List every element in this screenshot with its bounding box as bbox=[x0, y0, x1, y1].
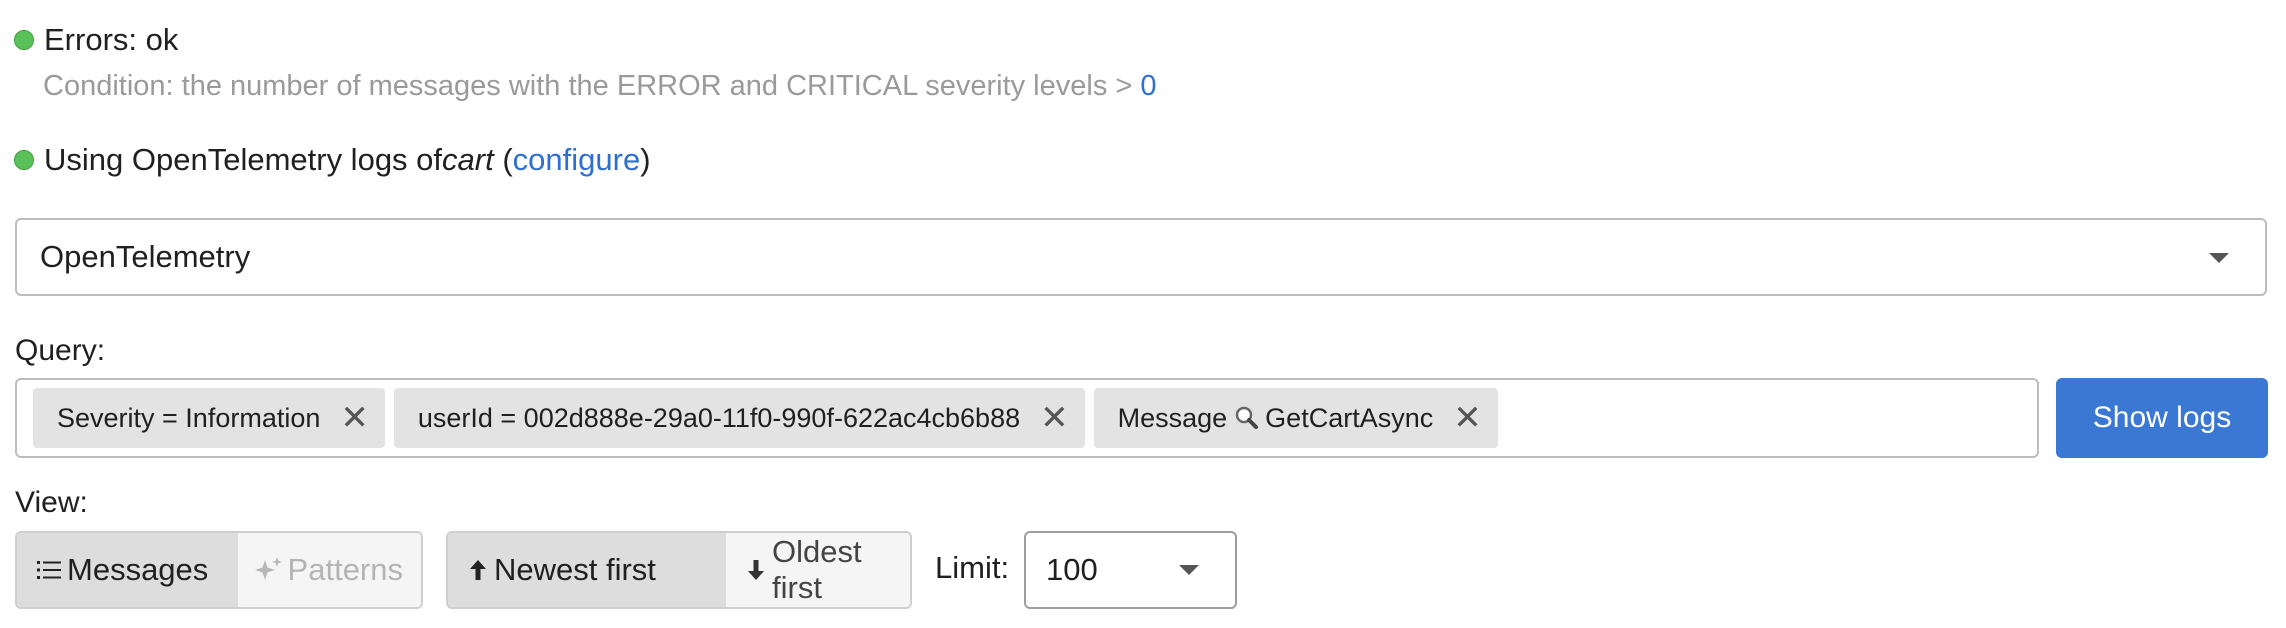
condition-text: Condition: the number of messages with t… bbox=[43, 70, 1157, 103]
query-input[interactable]: Severity = Information ✕ userId = 002d88… bbox=[15, 378, 2039, 458]
query-chip-severity[interactable]: Severity = Information ✕ bbox=[33, 388, 385, 448]
source-prefix: Using OpenTelemetry logs of bbox=[44, 142, 443, 177]
arrow-down-icon bbox=[746, 558, 766, 582]
errors-status: Errors: ok bbox=[14, 22, 178, 58]
patterns-button[interactable]: Patterns bbox=[237, 533, 421, 607]
query-chip-value: GetCartAsync bbox=[1265, 402, 1434, 433]
view-mode-toggle: Messages Patterns bbox=[15, 531, 423, 609]
limit-select[interactable]: 100 bbox=[1024, 531, 1237, 609]
condition-label: Condition: the number of messages with t… bbox=[43, 70, 1141, 102]
query-chip-message[interactable]: Message GetCartAsync ✕ bbox=[1093, 388, 1498, 448]
limit-label: Limit: bbox=[935, 550, 1010, 585]
query-chip-text: Severity = Information bbox=[57, 402, 321, 433]
sort-order-toggle: Newest first Oldest first bbox=[446, 531, 912, 609]
source-app-name: cart bbox=[442, 142, 494, 177]
view-label: View: bbox=[15, 486, 88, 519]
list-icon bbox=[37, 559, 61, 581]
query-chip-userid[interactable]: userId = 002d888e-29a0-11f0-990f-622ac4c… bbox=[393, 388, 1085, 448]
arrow-up-icon bbox=[468, 558, 488, 582]
search-icon bbox=[1233, 405, 1259, 431]
log-source-select[interactable]: OpenTelemetry bbox=[15, 218, 2267, 296]
oldest-first-label: Oldest first bbox=[772, 534, 862, 605]
oldest-first-button[interactable]: Oldest first bbox=[726, 533, 910, 607]
source-status: Using OpenTelemetry logs of cart (config… bbox=[14, 142, 651, 178]
show-logs-button[interactable]: Show logs bbox=[2056, 378, 2268, 458]
log-source-value: OpenTelemetry bbox=[40, 239, 251, 274]
newest-first-label: Newest first bbox=[494, 552, 656, 587]
limit-value: 100 bbox=[1046, 552, 1098, 587]
source-ok-icon bbox=[14, 150, 34, 170]
status-ok-icon bbox=[14, 30, 34, 50]
open-paren: ( bbox=[493, 142, 513, 177]
query-label: Query: bbox=[15, 334, 106, 367]
close-paren: ) bbox=[640, 142, 651, 177]
messages-label: Messages bbox=[67, 552, 209, 587]
messages-button[interactable]: Messages bbox=[17, 533, 238, 607]
query-chip-field: Message bbox=[1117, 402, 1228, 433]
newest-first-button[interactable]: Newest first bbox=[448, 533, 726, 607]
chevron-down-icon bbox=[2209, 253, 2229, 263]
patterns-label: Patterns bbox=[287, 552, 403, 587]
chevron-down-icon bbox=[1179, 565, 1199, 575]
sparkle-icon bbox=[254, 556, 284, 584]
configure-link[interactable]: configure bbox=[513, 142, 641, 178]
condition-threshold-link[interactable]: 0 bbox=[1140, 70, 1156, 102]
remove-chip-icon[interactable]: ✕ bbox=[1040, 401, 1069, 435]
errors-status-label: Errors: ok bbox=[44, 22, 179, 57]
query-chip-text: userId = 002d888e-29a0-11f0-990f-622ac4c… bbox=[417, 402, 1021, 433]
remove-chip-icon[interactable]: ✕ bbox=[340, 401, 369, 435]
remove-chip-icon[interactable]: ✕ bbox=[1453, 401, 1482, 435]
